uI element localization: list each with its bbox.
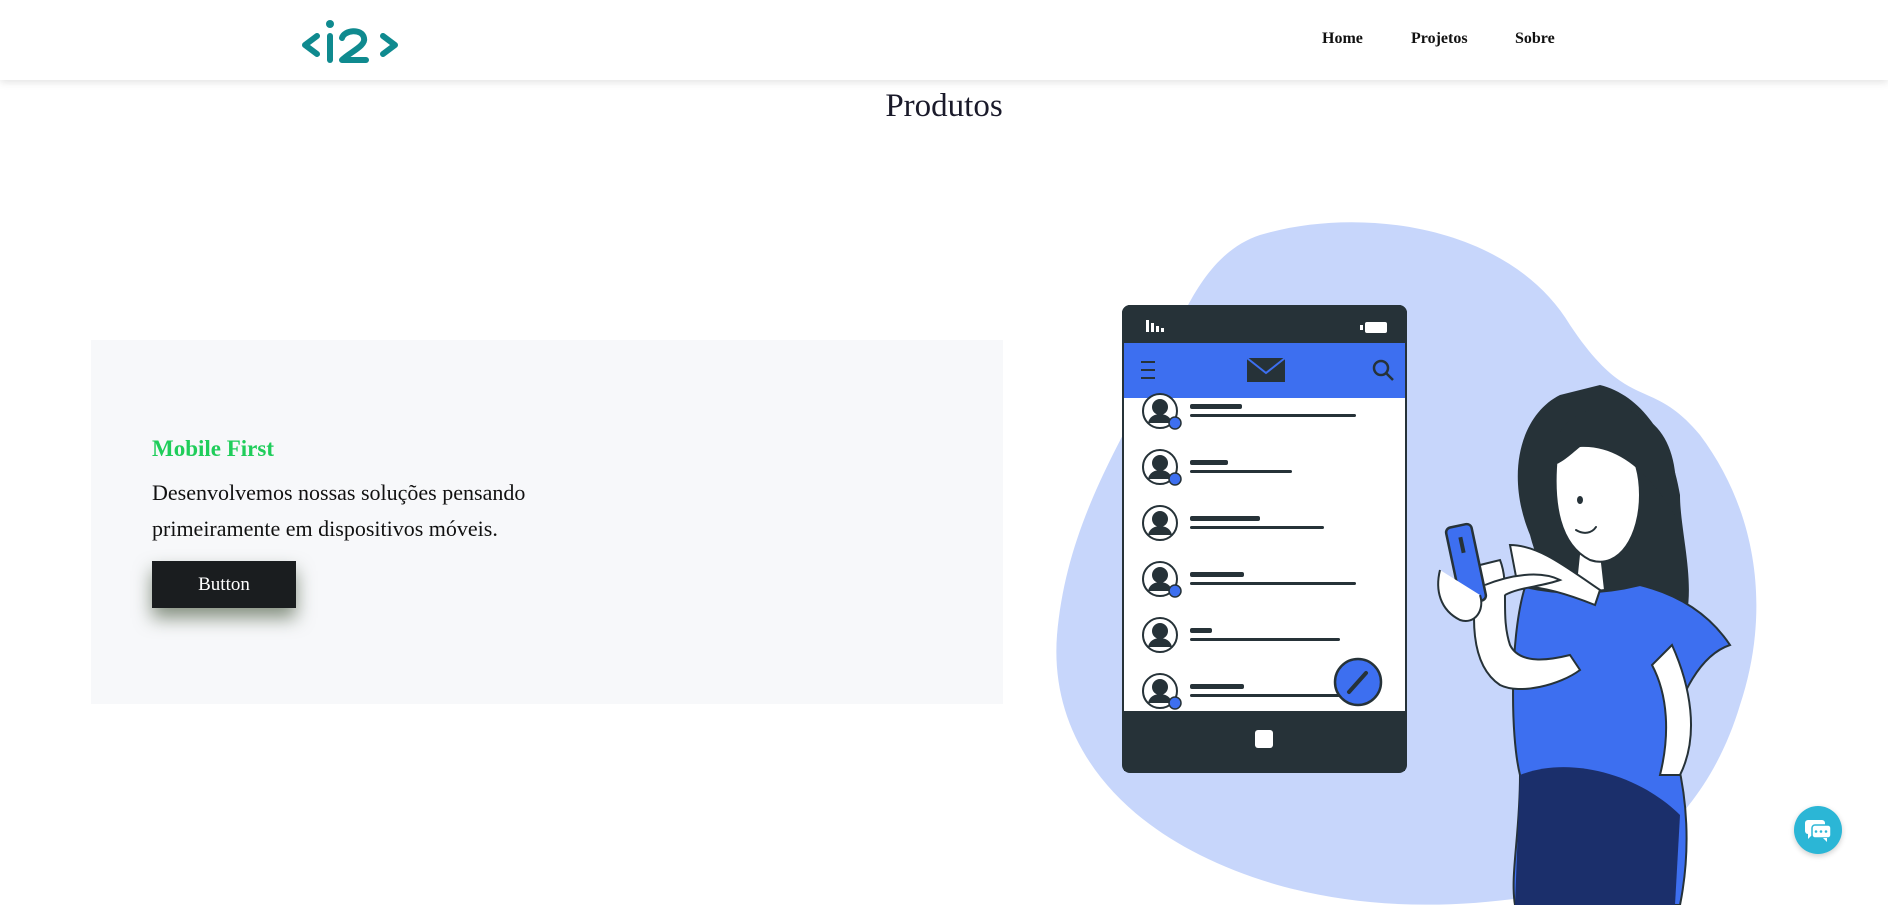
- woman-using-phone-illustration: [1056, 222, 1757, 905]
- chat-widget-button[interactable]: [1794, 806, 1842, 854]
- chat-bubbles-icon: [1805, 820, 1832, 842]
- phone-mockup: [1122, 305, 1407, 773]
- section-title: Produtos: [885, 88, 1003, 124]
- card-button[interactable]: Button: [152, 561, 296, 608]
- card-description: Desenvolvemos nossas soluções pensando p…: [152, 480, 526, 541]
- feature-card: Mobile First Desenvolvemos nossas soluçõ…: [91, 340, 1003, 704]
- nav-projetos[interactable]: Projetos: [1411, 30, 1468, 48]
- site-header: Home Projetos Sobre: [0, 0, 1888, 80]
- i2-logo[interactable]: [300, 12, 400, 68]
- card-title: Mobile First: [152, 436, 274, 461]
- nav-home[interactable]: Home: [1322, 30, 1363, 48]
- nav-sobre[interactable]: Sobre: [1515, 30, 1555, 48]
